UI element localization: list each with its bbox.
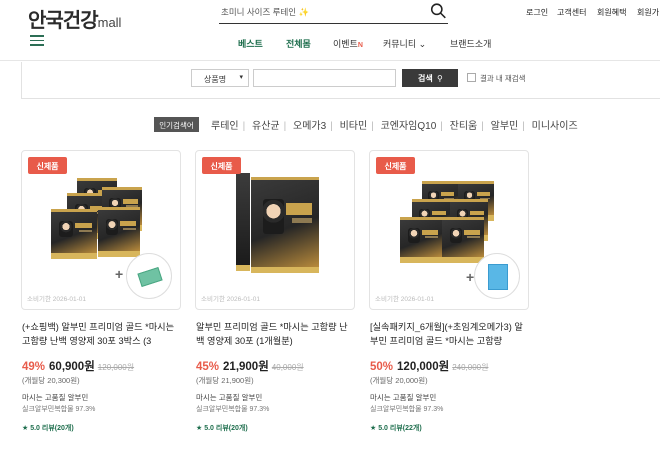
search-icon: ⚲ bbox=[436, 74, 443, 83]
description-line: 실크알부민복합물 97.3% bbox=[370, 406, 444, 413]
unit-price: (개월당 20,000원) bbox=[370, 376, 428, 385]
keyword-link[interactable]: 비타민 bbox=[340, 121, 368, 132]
keyword-link[interactable]: 잔티움 bbox=[450, 121, 478, 132]
gnb-brand[interactable]: 브랜드소개 bbox=[450, 37, 491, 50]
member-signup-link[interactable]: 회원가 bbox=[637, 7, 659, 18]
login-link[interactable]: 로그인 bbox=[526, 7, 548, 18]
expiry-date: 소비기한 2026-01-01 bbox=[201, 296, 260, 303]
discount-rate: 49% bbox=[22, 361, 46, 373]
product-price: 49% 60,900원 120,000원 bbox=[22, 358, 134, 374]
header-divider bbox=[0, 60, 660, 61]
sale-price: 21,900원 bbox=[223, 361, 269, 373]
description-line: 마시는 고품질 알부민 bbox=[370, 393, 437, 402]
menu-icon[interactable] bbox=[30, 35, 44, 46]
keyword-link[interactable]: 코엔자임Q10 bbox=[381, 121, 437, 132]
product-box-image bbox=[98, 207, 140, 257]
product-box-image bbox=[442, 217, 484, 263]
product-card-image[interactable]: + 신제품 소비기한 2026-01-01 bbox=[369, 150, 529, 310]
discount-rate: 45% bbox=[196, 361, 220, 373]
product-box-image bbox=[400, 217, 442, 263]
sale-price: 60,900원 bbox=[49, 361, 95, 373]
gnb-community[interactable]: 커뮤니티 ⌄ bbox=[383, 37, 426, 50]
original-price: 120,000원 bbox=[97, 363, 135, 372]
keyword-separator: | bbox=[481, 121, 484, 132]
omega3-product-image bbox=[474, 253, 520, 299]
keyword-separator: | bbox=[330, 121, 333, 132]
search-button[interactable]: 검색 ⚲ bbox=[402, 69, 458, 87]
unit-price: (개월당 21,900원) bbox=[196, 376, 254, 385]
research-checkbox[interactable] bbox=[467, 73, 476, 82]
search-input[interactable]: 초미니 사이즈 루테인 ✨ bbox=[221, 6, 309, 18]
keyword-separator: | bbox=[283, 121, 287, 132]
keyword-separator: | bbox=[371, 121, 374, 132]
popular-keywords: 루테인 | 유산균 | 오메가3 | 비타민 | 코엔자임Q10 | 잔티움 | 알부민 | … bbox=[211, 117, 578, 132]
keyword-input[interactable] bbox=[253, 69, 396, 87]
header-search[interactable]: 초미니 사이즈 루테인 ✨ bbox=[219, 2, 448, 24]
expiry-date: 소비기한 2026-01-01 bbox=[375, 296, 434, 303]
logo-sub: mall bbox=[97, 15, 122, 30]
search-button-label: 검색 bbox=[418, 74, 433, 83]
keyword-link[interactable]: 유산균 bbox=[252, 121, 280, 132]
keyword-link[interactable]: 루테인 bbox=[211, 121, 239, 132]
keyword-separator: | bbox=[242, 121, 246, 132]
product-description: 마시는 고품질 알부민 실크알부민복합물 97.3% bbox=[370, 392, 443, 416]
unit-price: (개월당 20,300원) bbox=[22, 376, 80, 385]
plus-icon: + bbox=[115, 266, 124, 282]
member-benefit-link[interactable]: 회원혜택 bbox=[597, 7, 626, 18]
product-box-image bbox=[251, 177, 319, 273]
description-line: 마시는 고품질 알부민 bbox=[196, 393, 263, 402]
page: 안국건강mall 초미니 사이즈 루테인 ✨ 로그인 고객센터 회원혜택 회원가… bbox=[0, 0, 660, 473]
shopping-bag-image bbox=[126, 253, 172, 299]
product-box-image bbox=[51, 209, 97, 259]
new-product-badge: 신제품 bbox=[202, 157, 241, 174]
description-line: 마시는 고품질 알부민 bbox=[22, 393, 89, 402]
product-card-image[interactable]: 신제품 소비기한 2026-01-01 bbox=[195, 150, 355, 310]
keyword-link[interactable]: 미니사이즈 bbox=[532, 121, 578, 132]
product-description: 마시는 고품질 알부민 실크알부민복합물 97.3% bbox=[22, 392, 95, 416]
logo-main: 안국건강 bbox=[28, 10, 99, 32]
product-card-image[interactable]: + 신제품 소비기한 2026-01-01 bbox=[21, 150, 181, 310]
product-price: 50% 120,000원 240,000원 bbox=[370, 358, 488, 374]
site-logo[interactable]: 안국건강mall bbox=[28, 4, 121, 33]
new-badge: N bbox=[357, 42, 363, 49]
search-type-value: 상품명 bbox=[204, 75, 227, 84]
review-summary[interactable]: ★ 5.0 리뷰(22개) bbox=[370, 423, 422, 433]
gnb-event-label: 이벤트 bbox=[333, 39, 358, 49]
plus-icon: + bbox=[466, 269, 475, 285]
search-type-select[interactable]: 상품명 ▾ bbox=[191, 69, 249, 87]
keyword-separator: | bbox=[440, 121, 443, 132]
gnb-event[interactable]: 이벤트N bbox=[333, 37, 363, 50]
keyword-separator: | bbox=[522, 121, 525, 132]
chevron-down-icon: ▾ bbox=[239, 74, 243, 81]
product-price: 45% 21,900원 40,000원 bbox=[196, 358, 304, 374]
new-product-badge: 신제품 bbox=[28, 157, 67, 174]
gnb-best[interactable]: 베스트 bbox=[238, 37, 263, 50]
product-stick-image bbox=[236, 173, 250, 271]
description-line: 실크알부민복합물 97.3% bbox=[196, 406, 270, 413]
review-summary[interactable]: ★ 5.0 리뷰(20개) bbox=[22, 423, 74, 433]
review-summary[interactable]: ★ 5.0 리뷰(20개) bbox=[196, 423, 248, 433]
product-description: 마시는 고품질 알부민 실크알부민복합물 97.3% bbox=[196, 392, 269, 416]
new-product-badge: 신제품 bbox=[376, 157, 415, 174]
product-title[interactable]: [실속패키지_6개월](+초임계오메가3) 알부민 프리미엄 골드 *마시는 고… bbox=[370, 320, 528, 348]
discount-rate: 50% bbox=[370, 361, 394, 373]
research-checkbox-label: 결과 내 재검색 bbox=[480, 74, 526, 83]
original-price: 40,000원 bbox=[271, 363, 304, 372]
customer-center-link[interactable]: 고객센터 bbox=[557, 7, 586, 18]
keyword-link[interactable]: 알부민 bbox=[491, 121, 519, 132]
product-title[interactable]: 알부민 프리미엄 골드 *마시는 고함량 난백 영양제 30포 (1개월분) bbox=[196, 320, 354, 348]
expiry-date: 소비기한 2026-01-01 bbox=[27, 296, 86, 303]
original-price: 240,000원 bbox=[452, 363, 489, 372]
product-title[interactable]: (+쇼핑백) 알부민 프리미엄 골드 *마시는 고함량 난백 영양제 30포 3… bbox=[22, 320, 180, 348]
keyword-link[interactable]: 오메가3 bbox=[293, 121, 326, 132]
search-icon[interactable] bbox=[430, 2, 447, 20]
description-line: 실크알부민복합물 97.3% bbox=[22, 406, 96, 413]
gnb-all[interactable]: 전체몸 bbox=[286, 37, 311, 50]
popular-keywords-badge: 인기검색어 bbox=[154, 117, 199, 132]
sale-price: 120,000원 bbox=[397, 361, 450, 373]
